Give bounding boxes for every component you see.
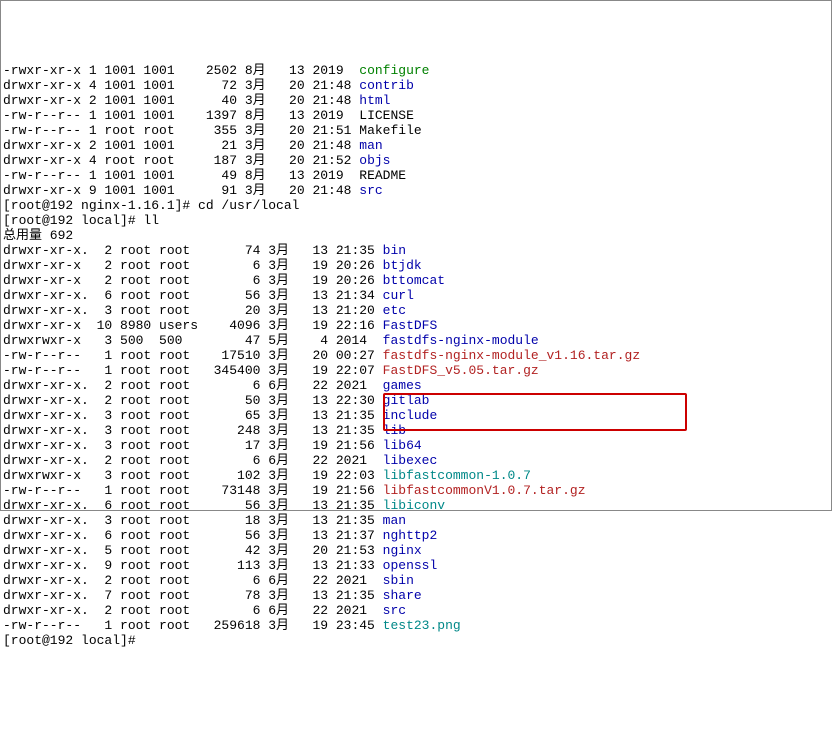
- terminal-output: -rwxr-xr-x 1 1001 1001 2502 8月 13 2019 c…: [3, 63, 829, 648]
